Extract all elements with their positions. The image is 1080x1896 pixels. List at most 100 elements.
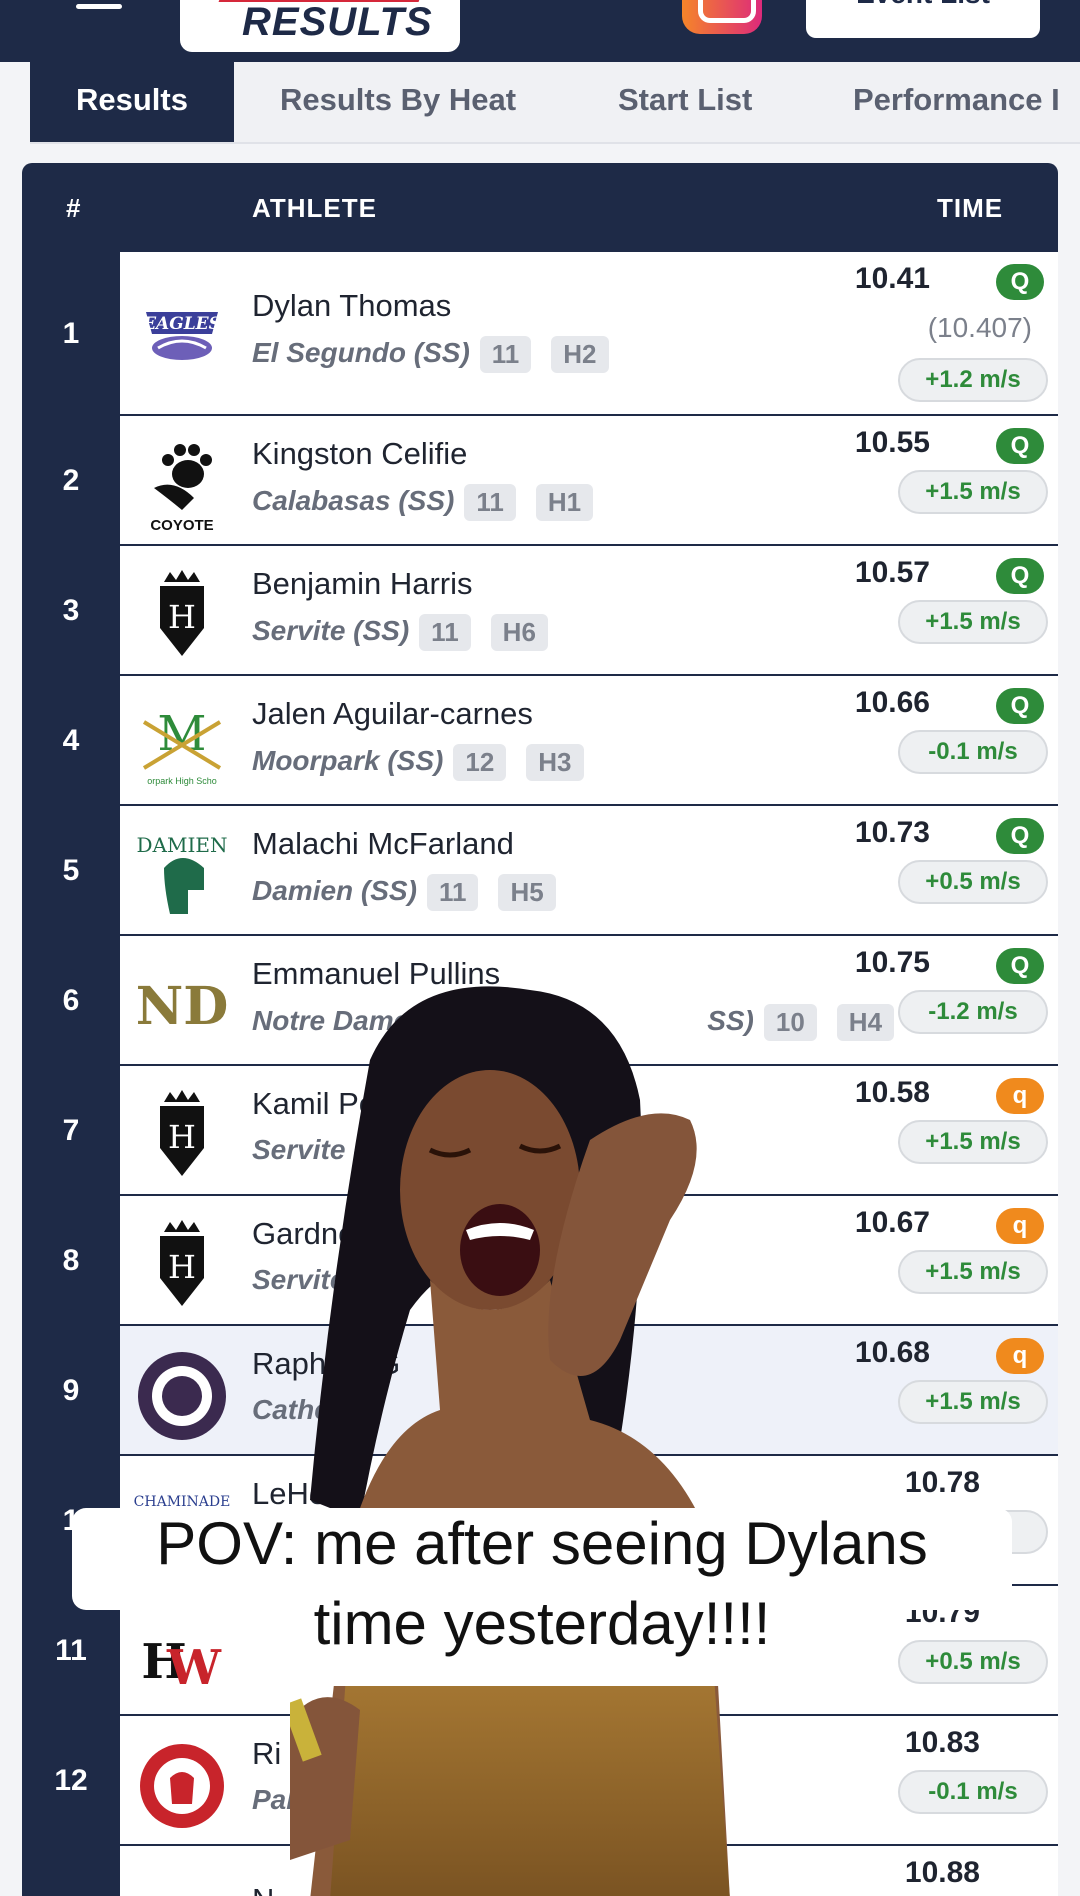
wind-reading: +1.5 m/s <box>898 1250 1048 1294</box>
palos-verdes-logo <box>140 1744 224 1828</box>
svg-text:DAMIEN: DAMIEN <box>137 833 228 857</box>
coyote-logo: COYOTE <box>150 444 214 534</box>
athlete-name[interactable]: Ri <box>252 1736 281 1772</box>
svg-text:H: H <box>168 1248 196 1286</box>
notre-dame-logo: ND <box>136 976 229 1037</box>
instagram-icon[interactable] <box>682 0 762 34</box>
event-list-label: Event List <box>856 0 990 9</box>
athlete-name[interactable]: Benjamin Harris <box>252 566 473 602</box>
wind-reading: -1.2 m/s <box>898 990 1048 1034</box>
qualifier-badge: Q <box>996 818 1044 854</box>
athlete-name[interactable]: Jalen Aguilar-carnes <box>252 696 533 732</box>
precise-time: (10.407) <box>927 312 1032 343</box>
row-rank: 9 <box>62 1374 80 1407</box>
qualifier-badge: q <box>996 1338 1044 1374</box>
table-row[interactable]: 1 EAGLES Dylan Thomas El Segundo (SS) 11 H… <box>22 252 1058 416</box>
cathedral-logo <box>138 1352 226 1440</box>
athlete-name[interactable]: Dylan Thomas <box>252 288 451 324</box>
tab-results[interactable]: Results <box>30 62 234 142</box>
tab-start-list[interactable]: Start List <box>618 62 752 142</box>
results-logo[interactable]: RESULTS <box>180 0 460 52</box>
moorpark-logo: M orpark High Scho <box>142 706 222 786</box>
row-rank: 4 <box>62 724 80 757</box>
athlete-meta: Calabasas (SS) 11 H1 <box>252 484 594 521</box>
heat-chip: H3 <box>526 744 584 781</box>
svg-text:H: H <box>168 1118 196 1156</box>
svg-text:orpark High Scho: orpark High Scho <box>147 776 217 786</box>
grade-chip: 11 <box>419 614 471 651</box>
result-time: 10.88 <box>904 1856 980 1889</box>
top-bar: RESULTS Event List <box>0 0 1080 62</box>
table-row[interactable]: 3 H Benjamin Harris Servite (SS) 11 H6 10.… <box>22 546 1058 676</box>
header-time: TIME <box>937 193 1004 223</box>
athlete-school: Moorpark (SS) <box>252 744 444 776</box>
heat-chip: H2 <box>551 336 609 373</box>
qualifier-badge: q <box>996 1078 1044 1114</box>
grade-chip: 12 <box>453 744 507 781</box>
tab-results-by-heat[interactable]: Results By Heat <box>280 62 516 142</box>
row-cell: H Benjamin Harris Servite (SS) 11 H6 10.57… <box>120 546 1058 674</box>
athlete-name[interactable]: Malachi McFarland <box>252 826 514 862</box>
qualifier-badge: Q <box>996 428 1044 464</box>
event-list-button[interactable]: Event List <box>806 0 1040 38</box>
damien-logo: DAMIEN <box>137 833 228 914</box>
row-rank: 1 <box>62 317 80 350</box>
table-row[interactable]: 4 M orpark High Scho Jalen Aguilar-carne… <box>22 676 1058 806</box>
person-overlay-image <box>290 986 730 1896</box>
athlete-meta: Moorpark (SS) 12 H3 <box>252 744 584 781</box>
logo-text: RESULTS <box>242 0 433 44</box>
athlete-name[interactable]: N <box>252 1882 274 1896</box>
row-rank: 7 <box>62 1114 80 1147</box>
servite-logo: H <box>160 570 204 656</box>
svg-text:H: H <box>168 598 196 636</box>
row-cell: DAMIEN Malachi McFarland Damien (SS) 11 H5… <box>120 806 1058 934</box>
result-time: 10.83 <box>904 1726 980 1759</box>
eagles-logo: EAGLES <box>142 312 221 360</box>
row-cell: M orpark High Scho Jalen Aguilar-carnes … <box>120 676 1058 804</box>
table-header: # ATHLETE TIME <box>22 163 1058 253</box>
athlete-meta: El Segundo (SS) 11 H2 <box>252 336 609 373</box>
row-rank: 2 <box>62 464 80 497</box>
qualifier-badge: Q <box>996 948 1044 984</box>
qualifier-badge: Q <box>996 688 1044 724</box>
table-row[interactable]: 5 DAMIEN Malachi McFarland Damien (SS) 11… <box>22 806 1058 936</box>
row-rank: 8 <box>62 1244 80 1277</box>
heat-chip: H5 <box>498 874 556 911</box>
grade-chip: 11 <box>426 874 479 911</box>
wind-reading: +0.5 m/s <box>898 860 1048 904</box>
result-time: 10.55 <box>854 426 930 459</box>
result-time: 10.68 <box>854 1336 930 1369</box>
qualifier-badge: Q <box>996 558 1044 594</box>
wind-reading: -0.1 m/s <box>898 730 1048 774</box>
heat-chip: H6 <box>490 614 548 651</box>
result-time: 10.66 <box>854 686 930 719</box>
wind-reading: +1.5 m/s <box>898 600 1048 644</box>
wind-reading: +1.5 m/s <box>898 470 1048 514</box>
athlete-school: Damien (SS) <box>252 874 417 906</box>
table-row[interactable]: 2 COYOTE Kingston Celifie Calabasas (SS)… <box>22 416 1058 546</box>
wind-reading: +1.5 m/s <box>898 1120 1048 1164</box>
row-cell: EAGLES Dylan Thomas El Segundo (SS) 11 H2 … <box>120 252 1058 414</box>
servite-logo: H <box>160 1220 204 1306</box>
svg-text:ND: ND <box>136 976 229 1037</box>
servite-logo: H <box>160 1090 204 1176</box>
meme-caption: POV: me after seeing Dylans time yesterd… <box>72 1504 1012 1664</box>
qualifier-badge: Q <box>996 264 1044 300</box>
tab-performance[interactable]: Performance I <box>853 62 1060 142</box>
athlete-meta: Damien (SS) 11 H5 <box>252 874 556 911</box>
grade-chip: 11 <box>479 336 532 373</box>
wind-reading: +1.2 m/s <box>898 358 1048 402</box>
wind-reading: -0.1 m/s <box>898 1770 1048 1814</box>
header-rank: # <box>66 193 82 223</box>
grade-chip: 11 <box>464 484 516 521</box>
result-time: 10.73 <box>854 816 930 849</box>
result-time: 10.67 <box>854 1206 930 1239</box>
hamburger-icon[interactable] <box>76 0 122 12</box>
athlete-name[interactable]: Kingston Celifie <box>252 436 467 472</box>
row-cell: COYOTE Kingston Celifie Calabasas (SS) 11… <box>120 416 1058 544</box>
tab-bar: Results Results By Heat Start List Perfo… <box>30 62 1080 144</box>
result-time: 10.41 <box>854 262 930 295</box>
result-time: 10.75 <box>854 946 930 979</box>
heat-chip: H1 <box>535 484 594 521</box>
athlete-school: Servite (SS) <box>252 614 410 646</box>
